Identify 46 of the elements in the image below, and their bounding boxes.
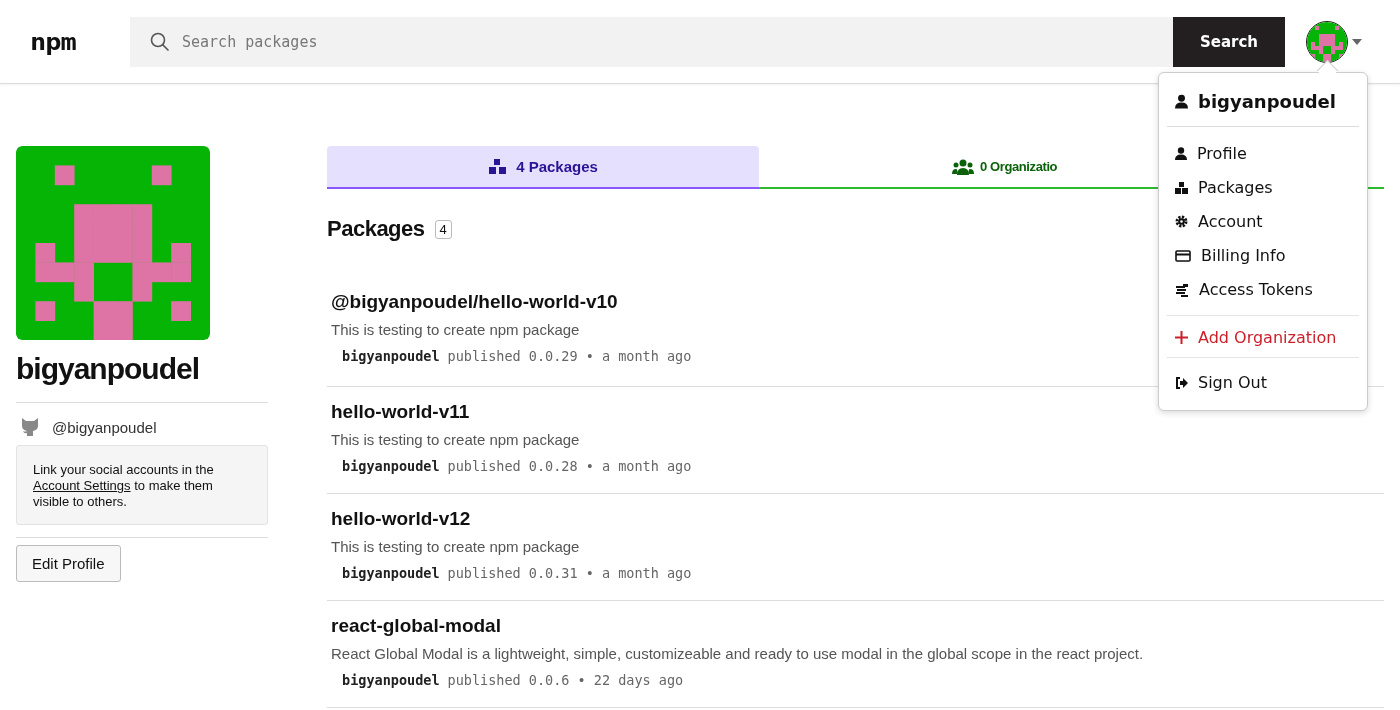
caret-icon[interactable] (1352, 38, 1362, 45)
search-field[interactable]: Search packages (130, 16, 1173, 67)
menu-item[interactable]: Account (1167, 205, 1359, 239)
social-note: Link your social accounts in the Account Settings to make them visible to others. (16, 445, 268, 525)
sign-out-icon (1175, 376, 1188, 389)
publish-info: published 0.0.31 • a month ago (447, 565, 692, 581)
package-description: This is testing to create npm package (331, 538, 580, 555)
package-count: 4 (434, 219, 452, 239)
package-description: React Global Modal is a lightweight, simple, customizeable and ready to use modal in the global scope in the react project. (331, 645, 1144, 662)
boxes-icon (488, 157, 509, 176)
publisher-name[interactable]: bigyanpoudel (342, 565, 440, 581)
avatar-icon[interactable] (1306, 20, 1348, 63)
search-button[interactable]: Search (1173, 16, 1285, 67)
sign-out-link[interactable]: Sign Out (1167, 366, 1359, 400)
user-icon (1175, 147, 1187, 160)
package-name[interactable]: hello-world-v11 (331, 401, 470, 423)
plus-icon (1175, 331, 1188, 344)
cubes-icon (1175, 181, 1188, 194)
packages-heading: Packages (327, 216, 425, 242)
publish-info: published 0.0.29 • a month ago (447, 348, 692, 364)
publisher-name[interactable]: bigyanpoudel (342, 348, 440, 364)
package-description: This is testing to create npm package (331, 431, 580, 448)
package-description: This is testing to create npm package (331, 321, 580, 338)
menu-username: bigyanpoudel (1198, 91, 1336, 112)
package-name[interactable]: react-global-modal (331, 615, 501, 637)
account-settings-link[interactable]: Account Settings (33, 478, 131, 493)
package-name[interactable]: @bigyanpoudel/hello-world-v10 (331, 291, 618, 313)
gear-icon (1175, 215, 1188, 228)
publish-info: published 0.0.6 • 22 days ago (447, 672, 684, 688)
publish-info: published 0.0.28 • a month ago (447, 458, 692, 474)
add-organization-link[interactable]: Add Organization (1167, 315, 1359, 358)
publisher-name[interactable]: bigyanpoudel (342, 672, 440, 688)
menu-item[interactable]: Billing Info (1167, 239, 1359, 273)
github-icon[interactable] (20, 417, 40, 437)
edit-profile-button[interactable]: Edit Profile (16, 545, 121, 582)
profile-name: bigyanpoudel (16, 354, 268, 403)
npm-logo[interactable]: npm (30, 30, 130, 53)
user-icon (1175, 94, 1188, 109)
packages-tab[interactable]: 4 Packages (327, 146, 759, 189)
users-icon (952, 158, 974, 175)
package-name[interactable]: hello-world-v12 (331, 508, 471, 530)
github-handle[interactable]: @bigyanpoudel (52, 418, 157, 436)
search-icon (150, 31, 170, 52)
credit-card-icon (1175, 249, 1191, 262)
publisher-name[interactable]: bigyanpoudel (342, 458, 440, 474)
menu-item[interactable]: Access Tokens (1167, 273, 1359, 307)
